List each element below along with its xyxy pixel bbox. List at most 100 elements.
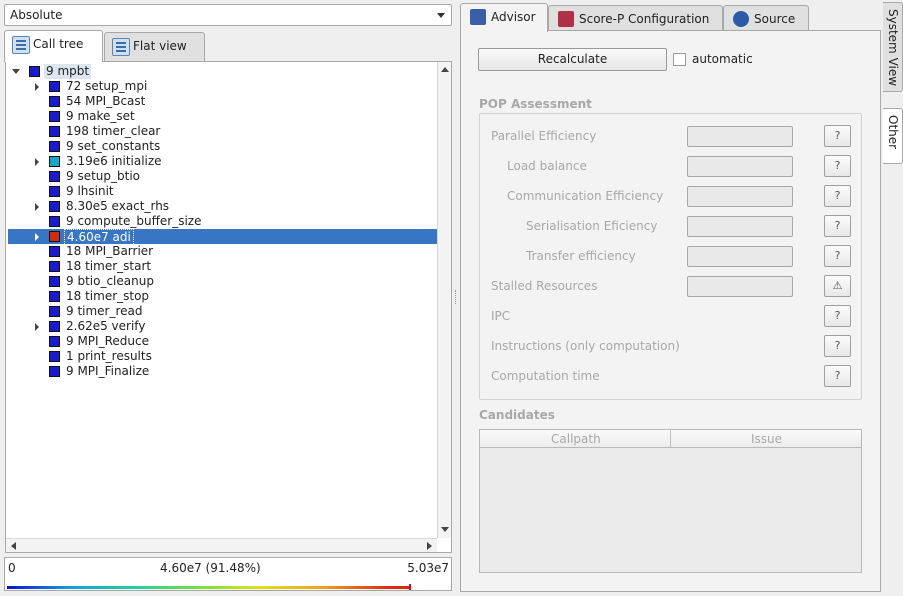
tree-node-label: 18 MPI_Barrier [66, 244, 154, 258]
tab-flat-view-label: Flat view [133, 39, 187, 53]
scorep-icon [558, 11, 574, 27]
help-icon[interactable]: ? [824, 125, 851, 147]
horizontal-scrollbar[interactable] [6, 538, 437, 552]
severity-color-box [49, 126, 60, 137]
tab-system-view-label: System View [886, 9, 900, 87]
tree-node-label: 9 MPI_Reduce [66, 334, 149, 348]
help-icon[interactable]: ? [824, 305, 851, 327]
tree-node[interactable]: 9 lhsinit [6, 184, 436, 199]
scroll-up-icon[interactable] [441, 67, 449, 72]
tree-node-label: 9 make_set [66, 109, 135, 123]
help-icon[interactable]: ? [824, 245, 851, 267]
pop-metric-label: Transfer efficiency [526, 249, 636, 263]
color-scale-bar: 0 4.60e7 (91.48%) 5.03e7 [4, 557, 452, 591]
column-callpath[interactable]: Callpath [551, 432, 601, 446]
expand-arrow-closed-icon[interactable] [35, 158, 39, 166]
recalculate-button[interactable]: Recalculate [478, 48, 667, 71]
tree-node[interactable]: 9 compute_buffer_size [6, 214, 436, 229]
severity-color-box [49, 201, 60, 212]
scroll-down-icon[interactable] [441, 527, 449, 532]
severity-color-box [49, 96, 60, 107]
expand-arrow-closed-icon[interactable] [35, 83, 39, 91]
pop-metric-value-field [687, 276, 793, 297]
tab-call-tree-label: Call tree [33, 37, 84, 51]
tree-node-label: 9 timer_read [66, 304, 143, 318]
tree-node[interactable]: 3.19e6 initialize [6, 154, 436, 169]
warning-icon[interactable]: ⚠ [824, 275, 851, 297]
severity-color-box [49, 111, 60, 122]
tree-node-label: 8.30e5 exact_rhs [66, 199, 170, 213]
tab-source[interactable]: Source [723, 5, 809, 31]
automatic-checkbox[interactable] [673, 53, 686, 66]
tree-node[interactable]: 4.60e7 adi [6, 229, 437, 246]
candidates-table-header: Callpath Issue [480, 430, 861, 448]
call-tree-panel: 9 mpbt 72 setup_mpi 54 MPI_Bcast 9 make_set… [5, 61, 452, 553]
expand-arrow-closed-icon[interactable] [35, 323, 39, 331]
side-tab-bar: System View Other [883, 2, 903, 594]
tree-node[interactable]: 18 timer_start [6, 259, 436, 274]
help-icon[interactable]: ? [824, 185, 851, 207]
severity-color-box [49, 366, 60, 377]
help-icon[interactable]: ? [824, 215, 851, 237]
help-icon[interactable]: ? [824, 155, 851, 177]
tab-flat-view[interactable]: Flat view [104, 32, 205, 61]
tree-node-label: 9 compute_buffer_size [66, 214, 202, 228]
advisor-icon [470, 9, 486, 25]
pop-assessment-box: Parallel Efficiency? Load balance? Communi… [479, 113, 862, 400]
tab-advisor[interactable]: Advisor [460, 3, 548, 32]
tree-node[interactable]: 54 MPI_Bcast [6, 94, 436, 109]
tree-node[interactable]: 198 timer_clear [6, 124, 436, 139]
value-mode-select[interactable]: Absolute [4, 4, 452, 26]
expand-arrow-closed-icon[interactable] [35, 203, 39, 211]
expand-arrow-closed-icon[interactable] [35, 233, 39, 241]
tree-node[interactable]: 9 timer_read [6, 304, 436, 319]
tree-node[interactable]: 72 setup_mpi [6, 79, 436, 94]
color-gradient [7, 586, 449, 589]
tab-source-label: Source [754, 12, 796, 26]
pop-metric-label: Serialisation Eficiency [526, 219, 658, 233]
candidates-table: Callpath Issue [479, 429, 862, 573]
tab-other[interactable]: Other [883, 108, 903, 164]
tab-system-view[interactable]: System View [883, 2, 903, 92]
source-icon [733, 11, 749, 27]
help-icon[interactable]: ? [824, 365, 851, 387]
severity-color-box [49, 276, 60, 287]
tab-call-tree[interactable]: Call tree [4, 30, 103, 62]
column-divider [670, 430, 671, 448]
scroll-right-icon[interactable] [427, 542, 432, 550]
pane-splitter[interactable] [455, 290, 457, 304]
severity-color-box [29, 66, 40, 77]
scroll-left-icon[interactable] [11, 542, 16, 550]
tree-node[interactable]: 1 print_results [6, 349, 436, 364]
pop-metric-value-field [687, 186, 793, 207]
color-scale-marker [409, 584, 411, 590]
tree-node[interactable]: 2.62e5 verify [6, 319, 436, 334]
severity-color-box [49, 186, 60, 197]
color-gradient-remainder [411, 586, 449, 589]
tree-node[interactable]: 9 mpbt [6, 64, 436, 79]
help-icon[interactable]: ? [824, 335, 851, 357]
color-scale-current: 4.60e7 (91.48%) [160, 561, 261, 575]
severity-color-box [49, 171, 60, 182]
tree-node[interactable]: 9 btio_cleanup [6, 274, 436, 289]
tree-node[interactable]: 18 MPI_Barrier [6, 244, 436, 259]
vertical-scrollbar[interactable] [437, 62, 451, 538]
tree-node[interactable]: 9 make_set [6, 109, 436, 124]
expand-arrow-open-icon[interactable] [12, 69, 20, 74]
tree-node[interactable]: 9 MPI_Reduce [6, 334, 436, 349]
tree-node[interactable]: 9 setup_btio [6, 169, 436, 184]
severity-color-box [49, 291, 60, 302]
tree-node[interactable]: 18 timer_stop [6, 289, 436, 304]
tree-node[interactable]: 9 set_constants [6, 139, 436, 154]
tree-node[interactable]: 8.30e5 exact_rhs [6, 199, 436, 214]
tree-node[interactable]: 9 MPI_Finalize [6, 364, 436, 379]
tab-scorep-label: Score-P Configuration [579, 12, 710, 26]
pop-metric-label: Computation time [491, 369, 600, 383]
pop-metric-label: Load balance [507, 159, 587, 173]
tree-node-label: 18 timer_start [66, 259, 152, 273]
pop-metric-value-field [687, 126, 793, 147]
color-scale-min: 0 [8, 561, 16, 575]
tab-scorep-configuration[interactable]: Score-P Configuration [548, 5, 723, 31]
column-issue[interactable]: Issue [751, 432, 782, 446]
tree-node-label: 1 print_results [66, 349, 152, 363]
